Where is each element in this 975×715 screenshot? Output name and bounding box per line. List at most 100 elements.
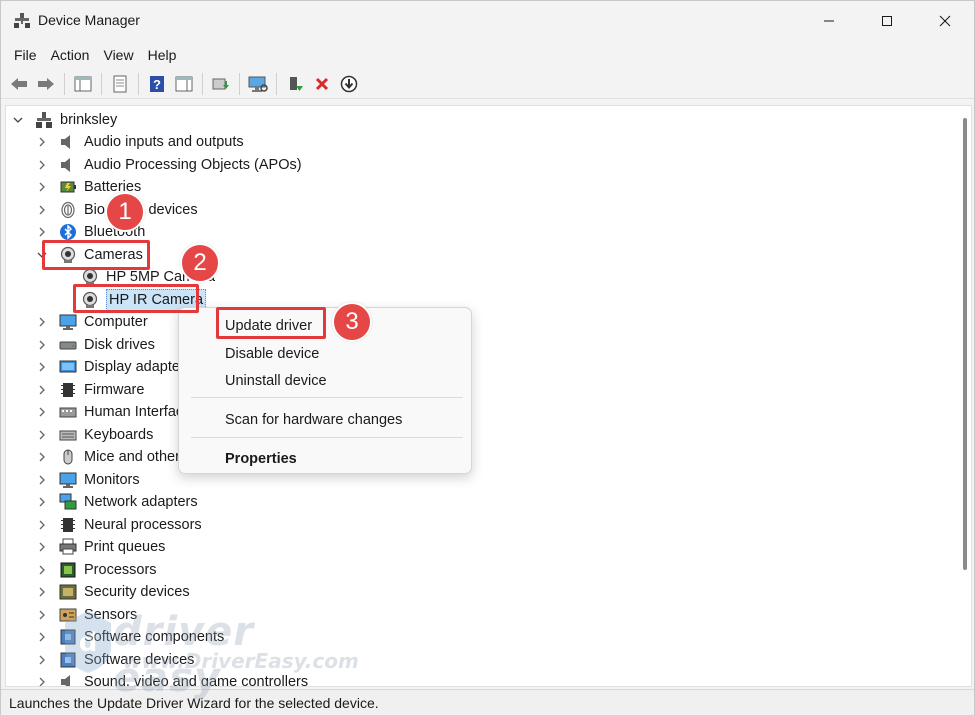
disable-device-button[interactable] [337,72,361,96]
mouse-icon [58,448,78,466]
printer-icon [58,538,78,556]
chevron-right-icon[interactable] [36,564,48,576]
tree-category-processors[interactable]: Processors [36,559,157,581]
tree-category-label: Sound, video and game controllers [84,674,309,687]
tree-category-software-components[interactable]: Software components [36,626,224,648]
fingerprint-icon [58,201,78,219]
step-2-badge: 2 [180,243,220,283]
tree-category-audio-processing-objects-apos[interactable]: Audio Processing Objects (APOs) [36,154,302,176]
tree-category-disk-drives[interactable]: Disk drives [36,334,155,356]
toolbar-separator [138,72,139,95]
close-button[interactable] [916,1,974,41]
chevron-right-icon[interactable] [36,654,48,666]
vertical-scrollbar[interactable] [961,108,969,684]
chevron-right-icon[interactable] [36,609,48,621]
scan-hardware-button[interactable] [246,72,270,96]
menu-file[interactable]: File [7,43,44,67]
chevron-right-icon[interactable] [36,204,48,216]
tree-category-print-queues[interactable]: Print queues [36,536,165,558]
bluetooth-icon [58,223,78,241]
tree-category-computer[interactable]: Computer [36,311,148,333]
chevron-right-icon[interactable] [36,519,48,531]
chevron-right-icon[interactable] [36,316,48,328]
battery-icon [58,178,78,196]
tree-category-label: Audio inputs and outputs [84,134,244,150]
menu-properties[interactable]: Properties [225,448,297,470]
tree-category-software-devices[interactable]: Software devices [36,649,194,671]
chevron-right-icon[interactable] [36,676,48,686]
menu-scan-hardware[interactable]: Scan for hardware changes [225,409,402,431]
menu-bar: File Action View Help [1,41,974,69]
chevron-right-icon[interactable] [36,384,48,396]
chevron-right-icon[interactable] [36,181,48,193]
tree-category-label: Firmware [84,382,145,398]
forward-button[interactable] [34,72,58,96]
enable-device-button[interactable] [283,72,307,96]
tree-category-sound-video-and-game-controllers[interactable]: Sound, video and game controllers [36,671,309,687]
display-adapter-icon [58,358,78,376]
chevron-right-icon[interactable] [36,631,48,643]
properties-button[interactable] [108,72,132,96]
keyboard-icon [58,426,78,444]
step-1-badge: 1 [105,192,145,232]
menu-view[interactable]: View [96,43,140,67]
scrollbar-thumb[interactable] [963,118,967,570]
chevron-right-icon[interactable] [36,339,48,351]
toolbar: ? [1,69,974,99]
status-text: Launches the Update Driver Wizard for th… [9,694,379,711]
chip-icon [58,516,78,534]
chevron-right-icon[interactable] [36,361,48,373]
chevron-right-icon[interactable] [36,429,48,441]
tree-category-security-devices[interactable]: Security devices [36,581,190,603]
tree-category-neural-processors[interactable]: Neural processors [36,514,202,536]
chevron-right-icon[interactable] [36,586,48,598]
monitor-icon [58,471,78,489]
download-icon [340,75,358,92]
tree-category-monitors[interactable]: Monitors [36,469,140,491]
tree-category-sensors[interactable]: Sensors [36,604,137,626]
chevron-down-icon[interactable] [12,114,24,126]
close-icon [939,15,951,27]
update-driver-button[interactable] [209,72,233,96]
speaker-icon [58,673,78,686]
menu-separator [191,437,463,438]
tree-root[interactable]: brinksley [12,109,117,131]
tree-category-audio-inputs-and-outputs[interactable]: Audio inputs and outputs [36,131,244,153]
help-button[interactable]: ? [145,72,169,96]
minimize-button[interactable] [800,1,858,41]
chevron-right-icon[interactable] [36,474,48,486]
device-tree[interactable]: brinksley Audio inputs and outputs Audio … [5,105,972,687]
uninstall-device-button[interactable] [310,72,334,96]
device-manager-icon [13,12,31,30]
puzzle-icon [58,628,78,646]
network-icon [58,493,78,511]
action-pane-icon [175,76,193,91]
menu-disable-device[interactable]: Disable device [225,343,319,365]
menu-help[interactable]: Help [141,43,184,67]
chevron-right-icon[interactable] [36,496,48,508]
chevron-right-icon[interactable] [36,541,48,553]
tree-category-label: Print queues [84,539,166,555]
chevron-right-icon[interactable] [36,406,48,418]
tree-category-keyboards[interactable]: Keyboards [36,424,153,446]
console-tree-button[interactable] [71,72,95,96]
menu-action[interactable]: Action [44,43,97,67]
action-pane-button[interactable] [172,72,196,96]
tree-category-label: Software components [84,629,225,645]
chevron-right-icon[interactable] [36,451,48,463]
maximize-button[interactable] [858,1,916,41]
menu-uninstall-device[interactable]: Uninstall device [225,370,327,392]
tree-category-display-adapters[interactable]: Display adapters [36,356,192,378]
update-driver-highlight-box [216,307,326,339]
maximize-icon [882,16,892,26]
chevron-right-icon[interactable] [36,136,48,148]
chevron-right-icon[interactable] [36,226,48,238]
tree-category-label: Disk drives [84,337,155,353]
tree-category-firmware[interactable]: Firmware [36,379,144,401]
tree-category-network-adapters[interactable]: Network adapters [36,491,198,513]
back-button[interactable] [7,72,31,96]
step-3-badge: 3 [332,302,372,342]
chevron-right-icon[interactable] [36,159,48,171]
enable-device-icon [290,76,303,91]
disk-icon [58,336,78,354]
